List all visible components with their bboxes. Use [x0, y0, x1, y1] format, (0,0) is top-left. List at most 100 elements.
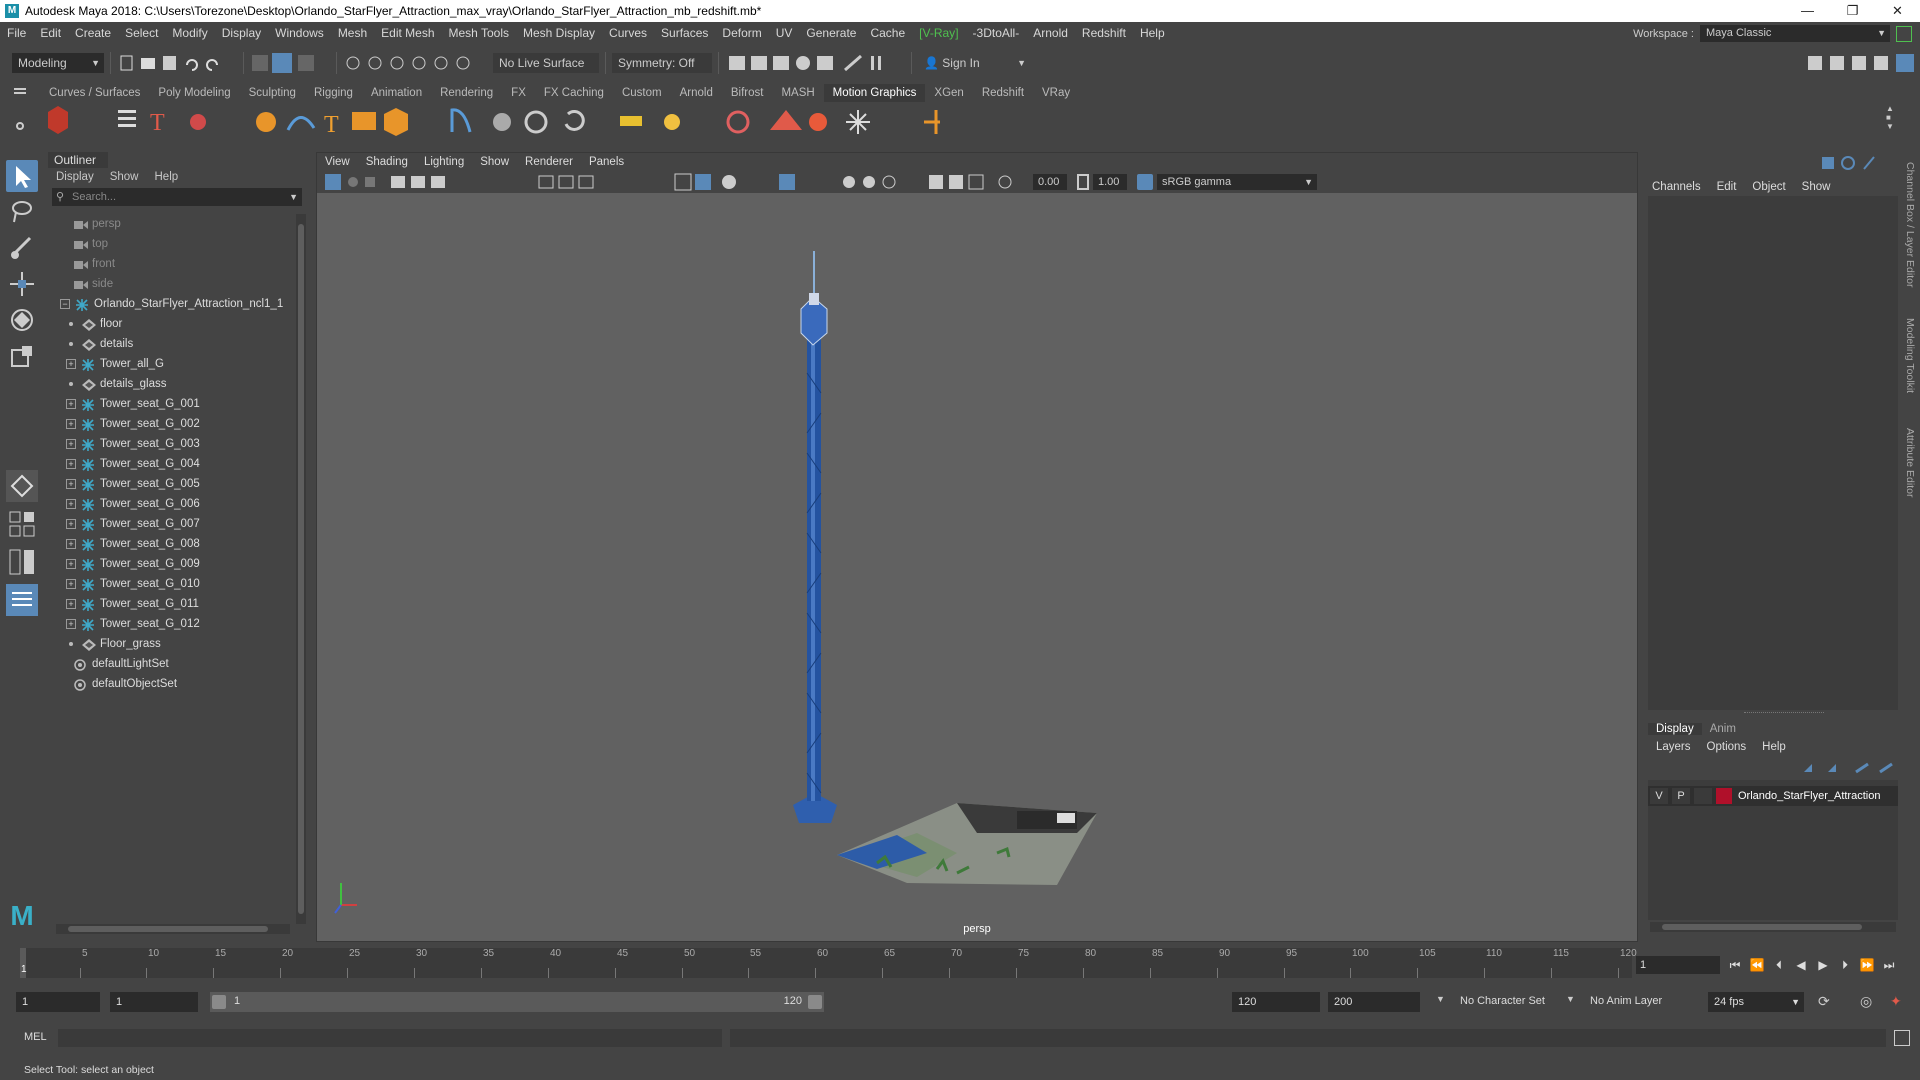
- step-forward-frame-icon[interactable]: ⏵: [1836, 956, 1854, 974]
- outliner-item[interactable]: defaultLightSet: [48, 654, 294, 674]
- layer-color-swatch[interactable]: [1716, 788, 1732, 804]
- layer-menu-help[interactable]: Help: [1754, 741, 1794, 753]
- channel-box-menu-edit[interactable]: Edit: [1709, 181, 1745, 193]
- channel-box-menu-channels[interactable]: Channels: [1644, 181, 1709, 193]
- menu-set-dropdown[interactable]: Modeling ▼: [12, 53, 104, 73]
- viewport-menu-lighting[interactable]: Lighting: [416, 156, 472, 168]
- shelf-tab-xgen[interactable]: XGen: [925, 84, 972, 102]
- viewport-menu-show[interactable]: Show: [472, 156, 517, 168]
- playback-end-field[interactable]: 120: [1232, 992, 1320, 1012]
- channel-box-menu-object[interactable]: Object: [1744, 181, 1793, 193]
- view-transform-icon[interactable]: [1137, 174, 1153, 190]
- display-layer-row[interactable]: V P Orlando_StarFlyer_Attraction: [1648, 786, 1898, 806]
- shelf-tab-poly-modeling[interactable]: Poly Modeling: [149, 84, 239, 102]
- menu-generate[interactable]: Generate: [799, 26, 863, 40]
- layer-menu-options[interactable]: Options: [1699, 741, 1755, 753]
- expand-icon[interactable]: +: [66, 519, 76, 529]
- viewport-menu-shading[interactable]: Shading: [358, 156, 416, 168]
- side-tab-channel-box[interactable]: Channel Box / Layer Editor: [1904, 162, 1916, 288]
- layer-visibility-toggle[interactable]: V: [1650, 788, 1668, 804]
- outliner-vertical-scrollbar[interactable]: [296, 214, 306, 924]
- expand-icon[interactable]: +: [66, 479, 76, 489]
- outliner-item[interactable]: + Tower_seat_G_007: [48, 514, 294, 534]
- outliner-menu-show[interactable]: Show: [102, 171, 147, 183]
- outliner-item[interactable]: persp: [48, 214, 294, 234]
- time-slider-track[interactable]: 1 5 10 15 20 25 30 35 40 45 50 55 60 65 70 75 80 85 90 95 1…: [20, 948, 1637, 978]
- shelf-tab-vray[interactable]: VRay: [1033, 84, 1079, 102]
- symmetry-dropdown[interactable]: Symmetry: Off: [612, 53, 712, 73]
- outliner-item[interactable]: top: [48, 234, 294, 254]
- menu-edit[interactable]: Edit: [33, 26, 68, 40]
- character-set-arrow-icon[interactable]: ▼: [1436, 994, 1445, 1004]
- select-tool-button[interactable]: [6, 160, 38, 192]
- expand-icon[interactable]: +: [66, 359, 76, 369]
- shelf-scroll-arrows[interactable]: ▲ ■ ▼: [1886, 104, 1896, 140]
- minimize-button[interactable]: —: [1785, 0, 1830, 22]
- expand-icon[interactable]: +: [66, 439, 76, 449]
- range-start-handle[interactable]: [212, 995, 226, 1009]
- shelf-menu-icon[interactable]: [14, 92, 26, 94]
- shelf-tab-curves-surfaces[interactable]: Curves / Surfaces: [40, 84, 149, 102]
- menu-curves[interactable]: Curves: [602, 26, 654, 40]
- scale-tool-button[interactable]: [6, 340, 38, 372]
- command-input[interactable]: [58, 1029, 722, 1047]
- rotate-tool-button[interactable]: [6, 304, 38, 336]
- shelf-tab-fx[interactable]: FX: [502, 84, 535, 102]
- menu-windows[interactable]: Windows: [268, 26, 331, 40]
- outliner-item[interactable]: + Tower_seat_G_008: [48, 534, 294, 554]
- outliner-item[interactable]: + Tower_seat_G_001: [48, 394, 294, 414]
- scene-start-field[interactable]: 1: [16, 992, 100, 1012]
- anim-layer-label[interactable]: No Anim Layer: [1590, 995, 1662, 1007]
- expand-icon[interactable]: +: [66, 459, 76, 469]
- character-set-label[interactable]: No Character Set: [1460, 995, 1545, 1007]
- menu-deform[interactable]: Deform: [715, 26, 768, 40]
- shelf-tab-redshift[interactable]: Redshift: [973, 84, 1033, 102]
- step-back-frame-icon[interactable]: ⏴: [1770, 956, 1788, 974]
- last-tool-button[interactable]: [6, 470, 38, 502]
- menu-edit-mesh[interactable]: Edit Mesh: [374, 26, 441, 40]
- collapse-icon[interactable]: −: [60, 299, 70, 309]
- outliner-item[interactable]: details: [48, 334, 294, 354]
- step-forward-key-icon[interactable]: ⏩: [1858, 956, 1876, 974]
- expand-icon[interactable]: +: [66, 419, 76, 429]
- shelf-tab-motion-graphics[interactable]: Motion Graphics: [823, 84, 926, 102]
- expand-icon[interactable]: +: [66, 399, 76, 409]
- outliner-item[interactable]: + Tower_seat_G_002: [48, 414, 294, 434]
- scrollbar-thumb[interactable]: [1662, 924, 1862, 930]
- menu-modify[interactable]: Modify: [165, 26, 214, 40]
- outliner-item[interactable]: + Tower_seat_G_003: [48, 434, 294, 454]
- step-back-key-icon[interactable]: ⏪: [1748, 956, 1766, 974]
- layer-reference-toggle[interactable]: [1694, 788, 1712, 804]
- layer-tab-display[interactable]: Display: [1648, 723, 1702, 735]
- sign-in-dropdown[interactable]: 👤 Sign In ▼: [918, 53, 1030, 73]
- menu-3dtoall[interactable]: -3DtoAll-: [966, 26, 1027, 40]
- playback-start-field[interactable]: 1: [110, 992, 198, 1012]
- menu-vray[interactable]: [V-Ray]: [912, 26, 965, 40]
- fps-dropdown[interactable]: 24 fps ▼: [1708, 992, 1804, 1012]
- shelf-tab-bifrost[interactable]: Bifrost: [722, 84, 773, 102]
- menu-select[interactable]: Select: [118, 26, 165, 40]
- layer-tab-anim[interactable]: Anim: [1702, 723, 1744, 735]
- outliner-item[interactable]: − Orlando_StarFlyer_Attraction_ncl1_1: [48, 294, 294, 314]
- outliner-item[interactable]: + Tower_seat_G_012: [48, 614, 294, 634]
- scrollbar-thumb[interactable]: [298, 224, 304, 914]
- paint-select-tool-button[interactable]: [6, 232, 38, 264]
- maximize-button[interactable]: ❐: [1830, 0, 1875, 22]
- script-editor-icon[interactable]: [1894, 1030, 1910, 1046]
- animation-prefs-icon[interactable]: ✦: [1890, 993, 1902, 1010]
- move-tool-button[interactable]: [6, 268, 38, 300]
- layer-playback-toggle[interactable]: P: [1672, 788, 1690, 804]
- menu-uv[interactable]: UV: [769, 26, 800, 40]
- color-space-dropdown[interactable]: sRGB gamma ▼: [1157, 174, 1317, 190]
- scene-end-field[interactable]: 200: [1328, 992, 1420, 1012]
- layer-name[interactable]: Orlando_StarFlyer_Attraction: [1738, 788, 1880, 804]
- shelf-tab-arnold[interactable]: Arnold: [671, 84, 722, 102]
- single-pane-layout-button[interactable]: [6, 508, 38, 540]
- outliner-item[interactable]: + Tower_seat_G_010: [48, 574, 294, 594]
- outliner-menu-help[interactable]: Help: [147, 171, 187, 183]
- script-language-label[interactable]: MEL: [24, 1031, 47, 1043]
- expand-icon[interactable]: +: [66, 559, 76, 569]
- play-backward-icon[interactable]: ◀: [1792, 956, 1810, 974]
- viewport-panel[interactable]: View Shading Lighting Show Renderer Pane…: [316, 152, 1638, 942]
- close-button[interactable]: ✕: [1875, 0, 1920, 22]
